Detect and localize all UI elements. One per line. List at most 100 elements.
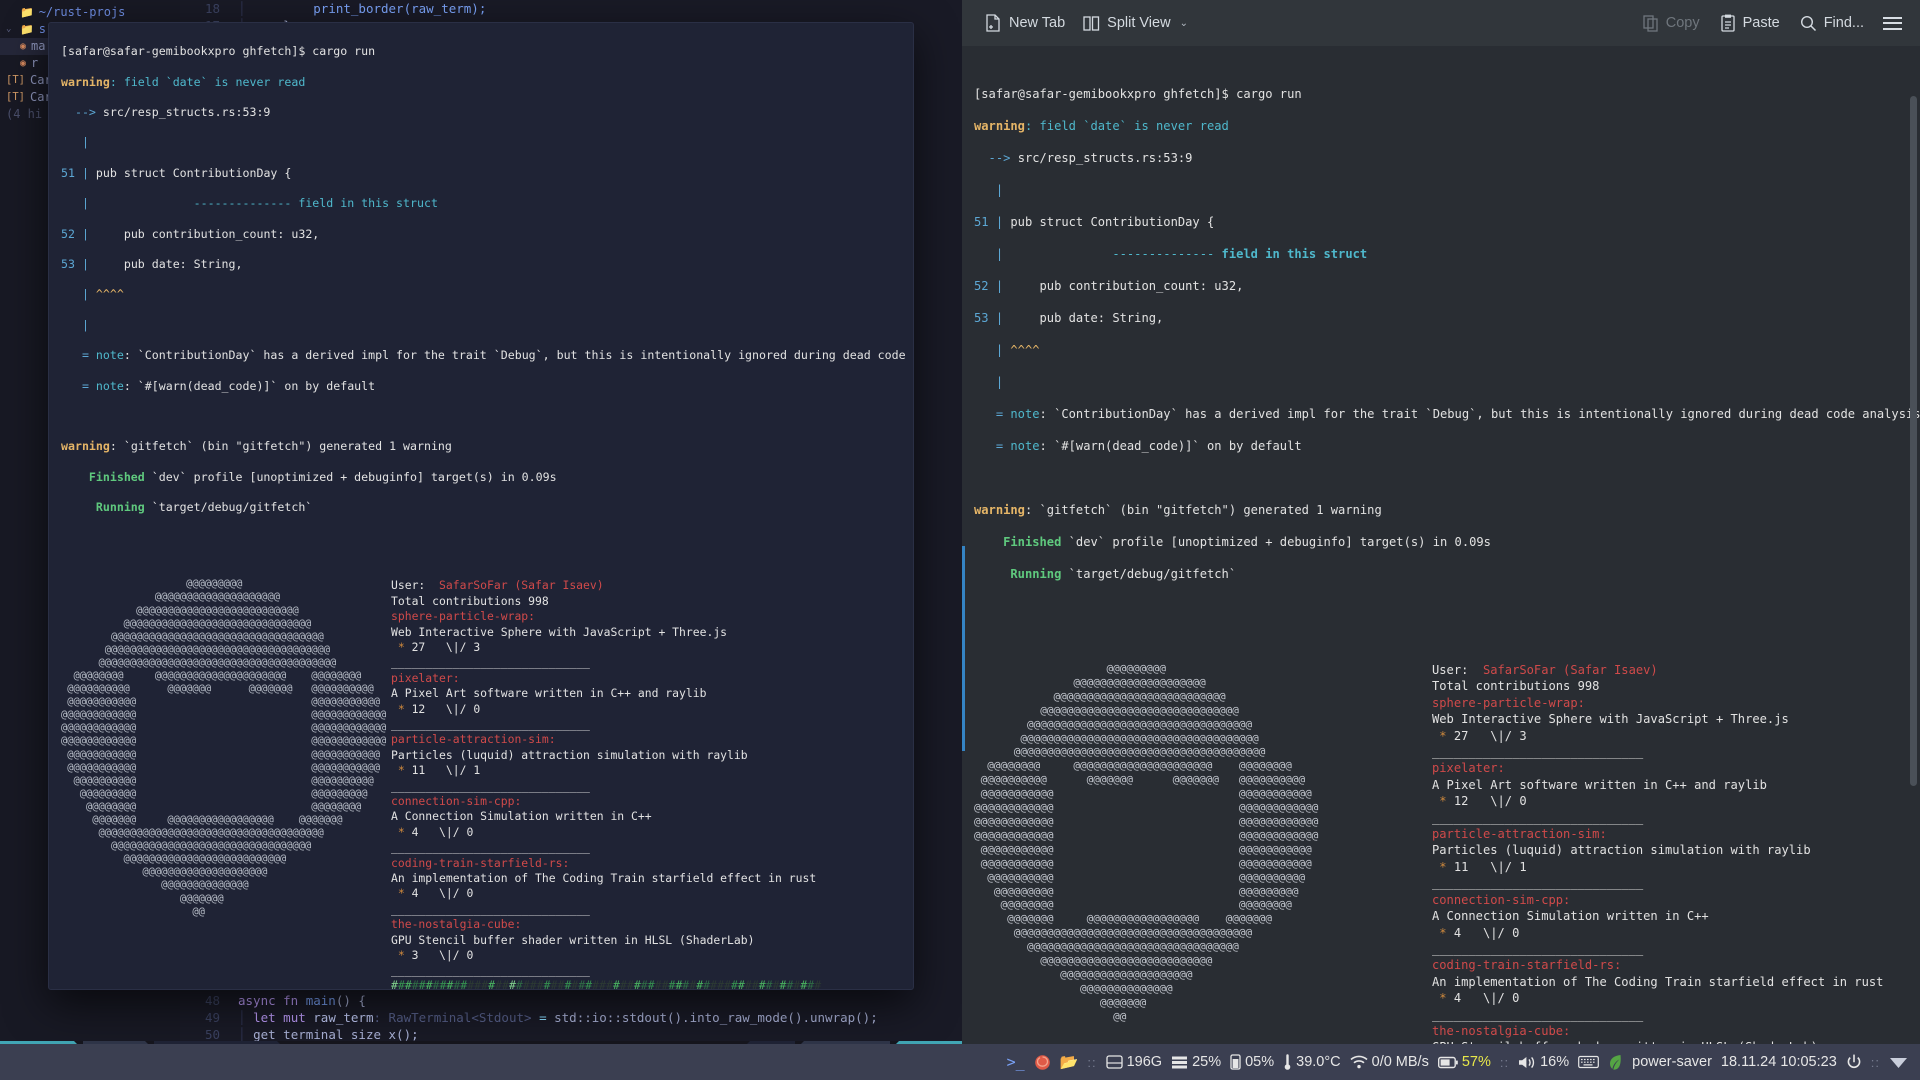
separator: :: (1499, 1054, 1510, 1070)
repo-name-label: connection-sim-cpp: (1432, 892, 1571, 907)
ascii-art-line: @@@@@@@@ @@@@@@@@ (974, 898, 1292, 912)
fork-count: 0 (466, 824, 474, 839)
find-button[interactable]: Find... (1791, 10, 1873, 37)
ascii-art-line: @@@@@@@@@ @@@@@@@@@ (61, 787, 368, 800)
ascii-art-line: @@@@@@@@@@ @@@@@@@@@@ (61, 774, 374, 787)
repo-name-label: coding-train-starfield-rs: (1432, 958, 1622, 973)
floating-terminal-window[interactable]: [safar@safar-gemibookxpro ghfetch]$ carg… (48, 22, 914, 990)
note-label: note (95, 378, 124, 393)
memory-icon (1171, 1055, 1188, 1069)
repo-stats: * 27 \|/ 3 (1432, 728, 1920, 744)
divider-line: _____________________________ (1432, 745, 1644, 760)
repo-desc-label: Particles (luquid) attraction simulation… (1432, 843, 1811, 858)
note-text: : `ContributionDay` has a derived impl f… (1039, 407, 1920, 421)
contribution-cell: # (661, 977, 669, 990)
keyboard-icon[interactable] (1578, 1055, 1600, 1069)
star-count: 12 (1453, 794, 1469, 809)
warning-label: warning (61, 74, 110, 89)
divider: _____________________________ (391, 840, 901, 855)
fork-icon: \|/ (1468, 794, 1520, 809)
contribution-cell: # (432, 977, 440, 990)
thermometer-icon (1283, 1053, 1292, 1071)
ascii-art-line: @@@@@@@@@@@@@@ (61, 879, 249, 892)
note-text: : `#[warn(dead_code)]` on by default (123, 378, 376, 393)
divider: _____________________________ (1432, 1007, 1920, 1023)
contribution-cell: # (633, 977, 641, 990)
power-icon[interactable] (1846, 1054, 1862, 1070)
pipe-marker: | (974, 183, 1004, 197)
temperature-status: 39.0°C (1283, 1053, 1341, 1071)
repo-name-label: the-nostalgia-cube: (1432, 1023, 1571, 1038)
fork-icon: \|/ (425, 639, 474, 654)
contribution-cell: # (543, 977, 551, 990)
scrollbar-thumb[interactable] (1910, 96, 1917, 786)
folder-icon[interactable]: 📂 (1060, 1053, 1079, 1071)
repo-desc-label: Web Interactive Sphere with JavaScript +… (1432, 712, 1789, 727)
divider-line: _____________________________ (391, 655, 590, 670)
ghfetch-user: User: SafarSoFar (Safar Isaev) (1432, 662, 1920, 678)
repo-name-label: the-nostalgia-cube: (391, 917, 522, 932)
firefox-icon[interactable] (1034, 1054, 1051, 1071)
copy-button[interactable]: Copy (1634, 10, 1709, 37)
repo-name-label: coding-train-starfield-rs: (391, 855, 570, 870)
terminal-pane[interactable]: New Tab Split View ⌄ Copy Paste Find... … (962, 0, 1920, 1044)
repo-name: particle-attraction-sim: (391, 732, 901, 747)
star-icon: * (391, 948, 412, 963)
divider-line: _____________________________ (391, 963, 590, 978)
volume-status[interactable]: 16% (1518, 1054, 1569, 1070)
ascii-art-line: @@@@@@@@@@@@@@@@@@@@@@@@@@@@@@@@@@@@ (974, 731, 1259, 745)
repo-name: pixelater: (1432, 760, 1920, 776)
ascii-art-line: @@@@@@@@@@@@@@@@@@@@@@@@@@@@@@ (61, 617, 312, 630)
paste-button[interactable]: Paste (1711, 9, 1789, 37)
chevron-down-icon[interactable]: ⌄ (1180, 18, 1188, 29)
tree-item-label: ma (31, 39, 46, 53)
ascii-art-line: @@ (61, 905, 205, 918)
note-text: : `#[warn(dead_code)]` on by default (1039, 439, 1302, 453)
finished-label: Finished (61, 469, 145, 484)
running-text: `target/debug/gitfetch` (1061, 567, 1237, 581)
hamburger-menu-icon[interactable] (1875, 13, 1910, 34)
contribution-cell: # (647, 977, 655, 990)
repo-description: An implementation of The Coding Train st… (391, 871, 901, 886)
repo-name: pixelater: (391, 671, 901, 686)
note-label: note (1010, 439, 1040, 453)
repo-stats: * 11 \|/ 1 (1432, 859, 1920, 875)
datetime-label[interactable]: 18.11.24 10:05:23 (1721, 1054, 1837, 1070)
fork-icon: \|/ (1468, 728, 1520, 743)
tree-item-root[interactable]: 📁 ~/rust-projs (0, 4, 180, 21)
user-value: SafarSoFar (Safar Isaev) (1482, 663, 1658, 677)
fork-icon: \|/ (1461, 991, 1513, 1006)
ascii-art-line: @@@@@@@@@@@@@@@@@@@@@@@@@@@@@@@@@@@@ (974, 926, 1253, 940)
terminal-icon[interactable]: >_ (1007, 1053, 1025, 1071)
ascii-art-line: @@@@@@@@@@@@ @@@@@@@@@@@@ (61, 735, 387, 748)
ascii-art-line: @@@@@@@@@@@ @@@@@@@@@@@ (61, 696, 381, 709)
ascii-art-line: @@@@@@@@@@@@@@@@@@@@@@@@@@@@@@@@@@@@ (61, 827, 324, 840)
ascii-art-line: @@@@@@@@@@ @@@@@@@ @@@@@@@ @@@@@@@@@@ (974, 773, 1306, 787)
contribution-cell: # (606, 977, 613, 990)
location-text: src/resp_structs.rs:53:9 (102, 105, 271, 120)
new-tab-button[interactable]: New Tab (976, 9, 1074, 37)
repo-name: the-nostalgia-cube: (391, 917, 901, 932)
terminal-output[interactable]: [safar@safar-gemibookxpro ghfetch]$ carg… (962, 46, 1920, 1044)
terminal-scrollbar[interactable] (1908, 96, 1918, 1044)
ascii-art-line: @@@@@@@@@@@@ @@@@@@@@@@@@ (61, 709, 387, 722)
ascii-art-line: @@@@@@@@@@@ @@@@@@@@@@@ (974, 787, 1312, 801)
repo-name-label: sphere-particle-wrap: (391, 609, 536, 624)
system-taskbar[interactable]: >_ 📂 :: 196G 25% 05% 39.0°C 0/0 MB/s 57%… (0, 1044, 1920, 1080)
ascii-art-line: @@@@@@@@@@@@@@@@@@@@@@@@@@ (974, 689, 1226, 703)
tree-item-label: ~/rust-projs (38, 5, 126, 19)
chevron-down-icon: ⌄ (6, 24, 12, 34)
field-underline: -------------- (95, 196, 292, 211)
new-tab-label: New Tab (1009, 15, 1066, 31)
contribution-cell: # (765, 977, 773, 990)
tray-icon[interactable] (1889, 1055, 1908, 1070)
repo-stats: * 3 \|/ 0 (391, 948, 901, 963)
ascii-art-line: @@@@@@@@@@@@@@@@@@@@@@@@@@ (974, 954, 1213, 968)
leaf-icon[interactable] (1608, 1054, 1623, 1071)
contribution-cell: # (391, 977, 398, 990)
contribution-cell: # (550, 977, 558, 990)
star-icon: * (1432, 859, 1454, 874)
contribution-cell: # (529, 977, 537, 990)
power-profile-label[interactable]: power-saver (1632, 1054, 1712, 1070)
split-view-button[interactable]: Split View ⌄ (1074, 10, 1197, 37)
